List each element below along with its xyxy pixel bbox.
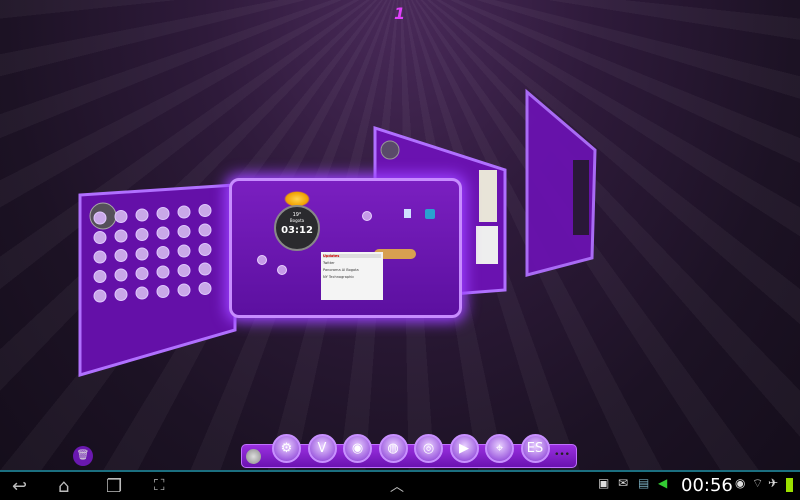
clock-time: 03:12 (281, 225, 313, 236)
app-grid-icon[interactable] (114, 288, 128, 301)
status-time: 00:56 (681, 475, 733, 496)
map-widget (479, 170, 497, 222)
screenshot-icon[interactable]: ⛶ (154, 476, 165, 494)
app-grid-icon[interactable] (156, 285, 170, 298)
app-grid-icon[interactable] (114, 249, 128, 262)
notification-widget (476, 226, 498, 264)
music-widget (573, 160, 589, 235)
app-grid-icon[interactable] (177, 205, 191, 219)
dock-app-camera-icon[interactable]: ◉ (343, 434, 372, 463)
app-icon[interactable] (362, 211, 372, 221)
document-icon[interactable] (404, 209, 411, 218)
notification-item[interactable]: Twitter (323, 261, 381, 265)
dock-app-globe-icon[interactable]: ◍ (378, 434, 408, 463)
back-icon[interactable]: ↩ (12, 476, 27, 497)
wifi-icon: ⌔ (752, 476, 764, 490)
app-icon[interactable] (257, 255, 267, 265)
app-grid-icon[interactable] (135, 228, 149, 241)
trash-icon[interactable]: 🗑 (73, 446, 93, 466)
eye-icon: ◉ (735, 476, 746, 490)
airplane-icon: ✈ (768, 476, 779, 490)
dock-app-chrome-icon[interactable]: ◎ (414, 434, 443, 463)
dock-app-maps-icon[interactable]: ⌖ (485, 434, 514, 463)
app-grid-icon[interactable] (198, 243, 212, 256)
home-icon[interactable]: ⌂ (58, 476, 69, 497)
send-icon: ◀ (658, 476, 668, 490)
outlook-icon: ▤ (638, 476, 650, 490)
app-grid-icon[interactable] (198, 282, 212, 295)
wordpress-icon[interactable] (425, 209, 435, 219)
app-grid-icon[interactable] (114, 268, 128, 282)
app-grid-icon[interactable] (93, 270, 107, 283)
battery-icon (786, 478, 793, 492)
system-navbar: ↩ ⌂ ❐ ⛶ ︿ ▣ ✉ ▤ ◀ 00:56 ◉ ⌔ ✈ (0, 470, 800, 500)
dock-app-gear-icon[interactable]: ⚙ (272, 434, 301, 463)
app-grid-icon[interactable] (135, 247, 149, 261)
app-icon[interactable] (277, 265, 287, 275)
app-grid-icon[interactable] (93, 211, 107, 225)
clock-weather-widget[interactable]: 19° Bogota 03:12 (274, 205, 320, 251)
app-grid-icon[interactable] (198, 204, 212, 217)
app-grid-icon[interactable] (135, 208, 149, 222)
app-grid-icon[interactable] (114, 229, 128, 243)
home-orb-icon (380, 140, 400, 160)
recent-apps-icon[interactable]: ❐ (106, 476, 122, 497)
dock-more-button[interactable]: ••• (554, 450, 570, 460)
dock-app-folder-icon[interactable]: ES (520, 434, 550, 463)
app-grid-icon[interactable] (93, 289, 107, 303)
notification-item[interactable]: Panorama Al Bogota (323, 268, 381, 272)
mail-icon: ✉ (618, 476, 629, 490)
screen-preview-current[interactable]: 19° Bogota 03:12 Updates Twitter Panoram… (229, 178, 462, 318)
app-grid-icon[interactable] (177, 225, 191, 238)
app-grid-icon[interactable] (177, 283, 191, 297)
dock-app-vnc-icon[interactable]: V (307, 434, 337, 463)
app-grid-icon[interactable] (156, 246, 170, 259)
app-grid-icon[interactable] (156, 226, 170, 240)
app-grid-icon[interactable] (135, 267, 149, 280)
app-grid-icon[interactable] (93, 231, 107, 244)
app-grid-icon[interactable] (177, 264, 191, 277)
dock-menu-button[interactable] (246, 449, 261, 464)
app-grid-icon[interactable] (198, 262, 212, 276)
gallery-icon: ▣ (598, 476, 610, 490)
app-grid-icon[interactable] (135, 286, 149, 300)
app-grid-icon[interactable] (114, 210, 128, 223)
dock: ⚙ V ◉ ◍ ◎ ▶ ⌖ ES ••• (241, 434, 577, 468)
app-grid-icon[interactable] (156, 207, 170, 220)
notification-item[interactable]: NY Technographic (323, 275, 381, 279)
dock-app-play-store-icon[interactable]: ▶ (449, 434, 479, 463)
notifications-widget[interactable]: Updates Twitter Panorama Al Bogota NY Te… (321, 252, 383, 300)
app-grid-icon[interactable] (198, 223, 212, 237)
app-grid-icon[interactable] (93, 250, 107, 264)
app-grid-icon[interactable] (177, 244, 191, 258)
chevron-up-icon[interactable]: ︿ (390, 476, 404, 496)
app-grid-icon[interactable] (156, 265, 170, 279)
